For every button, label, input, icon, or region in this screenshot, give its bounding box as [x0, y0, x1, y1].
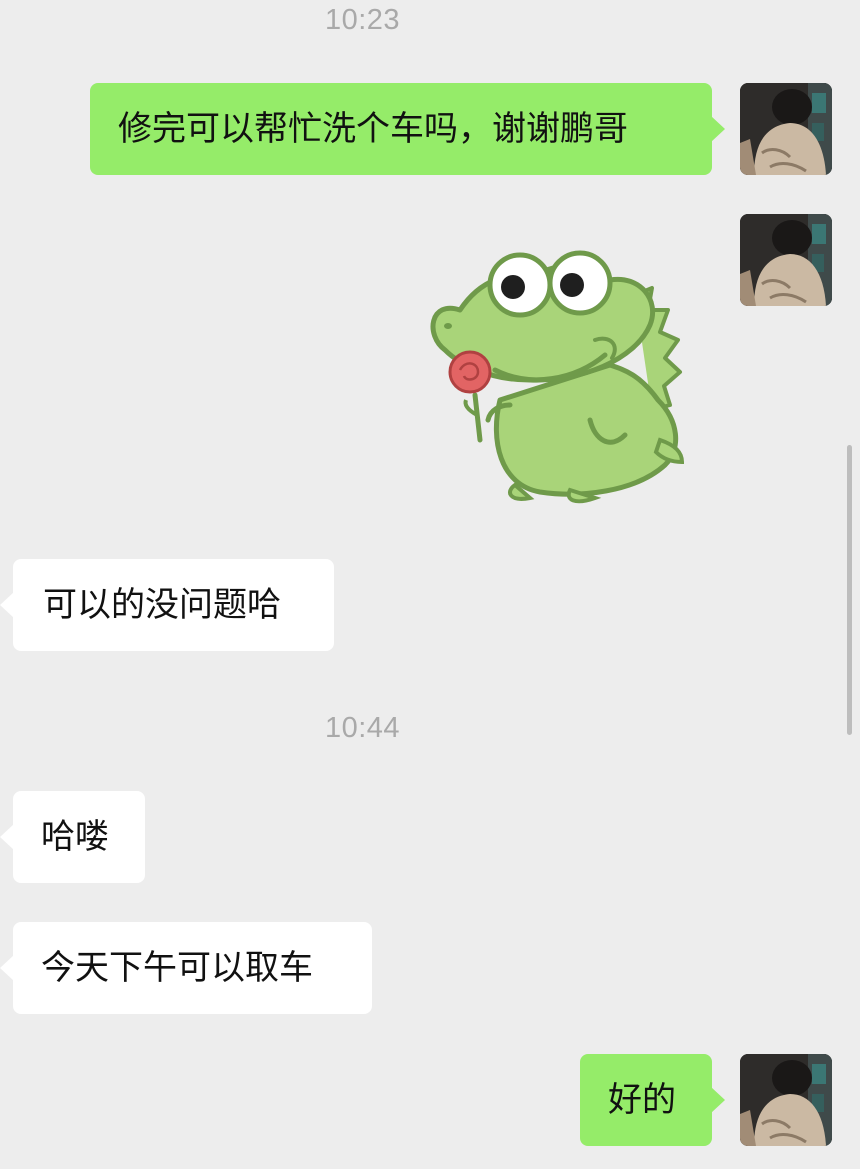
user-avatar[interactable] — [740, 83, 832, 175]
message-bubble-received[interactable]: 哈喽 — [0, 791, 145, 883]
message-text: 好的 — [608, 1080, 676, 1120]
message-bubble-sent[interactable]: 修完可以帮忙洗个车吗，谢谢鹏哥 — [90, 83, 725, 175]
message-text: 可以的没问题哈 — [43, 585, 281, 625]
user-avatar[interactable] — [740, 1054, 832, 1146]
message-text: 哈喽 — [41, 817, 109, 857]
timestamp: 10:44 — [324, 712, 401, 744]
avatar-photo-icon — [740, 1054, 832, 1146]
message-text: 修完可以帮忙洗个车吗，谢谢鹏哥 — [118, 109, 628, 149]
green-dinosaur-sticker-icon — [430, 250, 685, 504]
message-bubble-sent[interactable]: 好的 — [580, 1054, 725, 1146]
user-avatar[interactable] — [740, 214, 832, 306]
scrollbar[interactable] — [847, 445, 852, 735]
avatar-photo-icon — [740, 214, 832, 306]
avatar-photo-icon — [740, 83, 832, 175]
message-bubble-received[interactable]: 今天下午可以取车 — [0, 922, 372, 1014]
message-text: 今天下午可以取车 — [41, 948, 313, 988]
sticker-message[interactable] — [420, 240, 690, 515]
message-bubble-received[interactable]: 可以的没问题哈 — [0, 559, 334, 651]
timestamp: 10:23 — [324, 4, 401, 36]
